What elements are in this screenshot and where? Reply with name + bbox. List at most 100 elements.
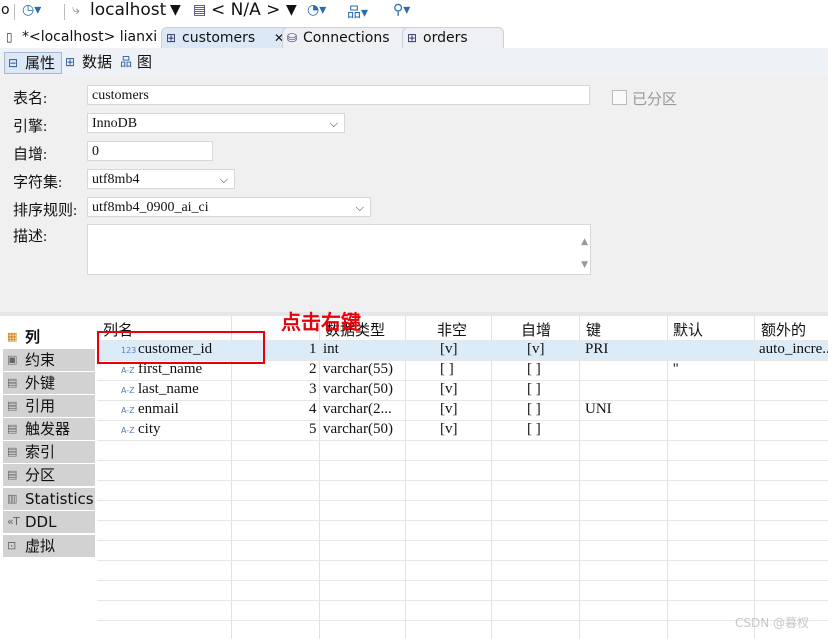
sidebar-item-label: 虚拟 — [25, 537, 56, 555]
partitioned-checkbox[interactable]: 已分区 — [612, 88, 677, 109]
sidebar-item-references[interactable]: ▤ 引用 — [3, 395, 95, 417]
notnull-checkbox[interactable]: [v] — [440, 421, 458, 438]
datatype-cell[interactable]: int — [323, 341, 339, 358]
properties-icon: ⊟ — [8, 56, 19, 70]
columns-grid: 列名 数据类型 非空 自增 键 默认 额外的 123 customer_id 1… — [97, 316, 828, 639]
column-name-cell[interactable]: last_name — [138, 381, 199, 398]
column-header-extra[interactable]: 额外的 — [761, 319, 806, 340]
string-type-icon: A-Z — [121, 386, 135, 395]
charset-value: utf8mb4 — [92, 172, 140, 187]
scroll-up-icon[interactable]: ▲ — [581, 232, 588, 252]
tab-diagram[interactable]: 品图 — [117, 52, 157, 72]
collation-select[interactable]: utf8mb4_0900_ai_ci ⌵ — [87, 197, 371, 217]
scroll-down-icon[interactable]: ▼ — [581, 255, 588, 275]
database-dropdown-icon[interactable]: ▼ — [286, 2, 297, 18]
tab-label: orders — [423, 30, 468, 46]
sidebar-item-partitions[interactable]: ▤ 分区 — [3, 464, 95, 486]
highlight-box — [97, 331, 265, 364]
sidebar-item-label: 引用 — [25, 397, 56, 415]
partitioned-label: 已分区 — [632, 92, 678, 108]
column-header-autoinc[interactable]: 自增 — [521, 319, 551, 340]
autoinc-checkbox[interactable]: [ ] — [527, 361, 541, 378]
notnull-checkbox[interactable]: [v] — [440, 401, 458, 418]
column-position-cell: 2 — [309, 361, 317, 377]
autoinc-checkbox[interactable]: [ ] — [527, 401, 541, 418]
schema-icon[interactable]: 品▾ — [347, 2, 368, 22]
collation-label: 排序规则: — [13, 203, 78, 219]
key-cell: UNI — [585, 401, 612, 417]
sidebar-item-constraints[interactable]: ▣ 约束 — [3, 349, 95, 371]
chevron-down-icon: ⌵ — [355, 201, 364, 214]
charset-label: 字符集: — [13, 175, 63, 191]
constraints-icon: ▣ — [7, 353, 18, 366]
sidebar-item-label: DDL — [25, 513, 57, 531]
tab-data[interactable]: ⊞ 数据 — [62, 52, 118, 72]
columns-icon: ▦ — [7, 330, 18, 343]
column-header-default[interactable]: 默认 — [673, 319, 703, 340]
key-cell: PRI — [585, 341, 609, 357]
engine-label: 引擎: — [13, 119, 48, 135]
ddl-icon: «T — [7, 515, 20, 528]
table-name-input[interactable]: customers — [87, 85, 590, 105]
default-cell[interactable]: '' — [673, 361, 678, 378]
trigger-icon: ▤ — [7, 422, 18, 435]
sidebar-item-triggers[interactable]: ▤ 触发器 — [3, 418, 95, 440]
datatype-cell[interactable]: varchar(55) — [323, 361, 393, 378]
datatype-cell[interactable]: varchar(50) — [323, 421, 393, 438]
collation-value: utf8mb4_0900_ai_ci — [92, 200, 209, 215]
extra-cell: auto_incre... — [759, 341, 828, 357]
statistics-icon: ▥ — [7, 492, 18, 505]
transaction-mode-icon[interactable]: ◔▾ — [307, 2, 326, 18]
notnull-checkbox[interactable]: [ ] — [440, 361, 454, 378]
editor-subtabs: ⊟ 属性 ⊞ 数据 品图 — [0, 48, 828, 76]
connection-dropdown-icon[interactable]: ▼ — [170, 2, 181, 18]
search-icon[interactable]: ⚲▾ — [393, 2, 410, 18]
sidebar-item-foreign-keys[interactable]: ▤ 外键 — [3, 372, 95, 394]
main-toolbar: o ◷▾ ⤷ localhost ▼ ▤ < N/A > ▼ ◔▾ 品▾ ⚲▾ — [0, 0, 828, 24]
table-icon: ⊞ — [166, 31, 177, 45]
column-position-cell: 3 — [309, 381, 317, 397]
column-header-key[interactable]: 键 — [586, 319, 601, 340]
notnull-checkbox[interactable]: [v] — [440, 341, 458, 358]
connection-selector[interactable]: localhost — [90, 0, 166, 20]
column-position-cell: 4 — [309, 401, 317, 417]
auto-increment-input[interactable]: 0 — [87, 141, 213, 161]
autoinc-checkbox[interactable]: [v] — [527, 341, 545, 358]
notnull-checkbox[interactable]: [v] — [440, 381, 458, 398]
sidebar-item-statistics[interactable]: ▥ Statistics — [3, 488, 95, 510]
charset-select[interactable]: utf8mb4 ⌵ — [87, 169, 235, 189]
description-label: 描述: — [13, 229, 48, 245]
datatype-cell[interactable]: varchar(50) — [323, 381, 393, 398]
tab-lianxi[interactable]: ▯ *<localhost> lianxi — [2, 27, 160, 47]
sidebar-item-columns[interactable]: ▦ 列 — [3, 326, 95, 348]
sidebar-item-indexes[interactable]: ▤ 索引 — [3, 441, 95, 463]
tab-properties[interactable]: ⊟ 属性 — [4, 52, 62, 74]
autoinc-checkbox[interactable]: [ ] — [527, 381, 541, 398]
tab-label: 图 — [137, 53, 153, 71]
history-icon[interactable]: ◷▾ — [22, 2, 41, 18]
autoinc-checkbox[interactable]: [ ] — [527, 421, 541, 438]
column-header-notnull[interactable]: 非空 — [437, 319, 467, 340]
datatype-cell[interactable]: varchar(2... — [323, 401, 392, 418]
toolbar-separator — [14, 4, 15, 20]
tab-customers[interactable]: ⊞ customers ✕ — [161, 27, 291, 48]
column-name-cell[interactable]: city — [138, 421, 161, 438]
checkbox-icon — [612, 90, 627, 105]
annotation-text: 点击右键 — [281, 312, 361, 334]
sidebar-item-ddl[interactable]: «T DDL — [3, 511, 95, 533]
foreign-key-icon: ▤ — [7, 376, 18, 389]
database-selector[interactable]: < N/A > — [211, 0, 280, 20]
virtual-icon: ⊡ — [7, 539, 17, 552]
description-textarea[interactable]: ▲ ▼ — [87, 224, 591, 275]
index-icon: ▤ — [7, 445, 18, 458]
tab-connections[interactable]: ⛁ Connections — [282, 27, 416, 48]
tab-label: *<localhost> lianxi — [22, 29, 158, 45]
table-icon: ⊞ — [407, 31, 418, 45]
sidebar-item-virtual[interactable]: ⊡ 虚拟 — [3, 535, 95, 557]
connections-icon: ⛁ — [287, 31, 298, 45]
engine-select[interactable]: InnoDB ⌵ — [87, 113, 345, 133]
tab-orders[interactable]: ⊞ orders — [402, 27, 504, 48]
column-name-cell[interactable]: enmail — [138, 401, 179, 418]
sql-editor-icon: ▯ — [6, 30, 13, 44]
data-grid-icon: ⊞ — [65, 55, 76, 69]
